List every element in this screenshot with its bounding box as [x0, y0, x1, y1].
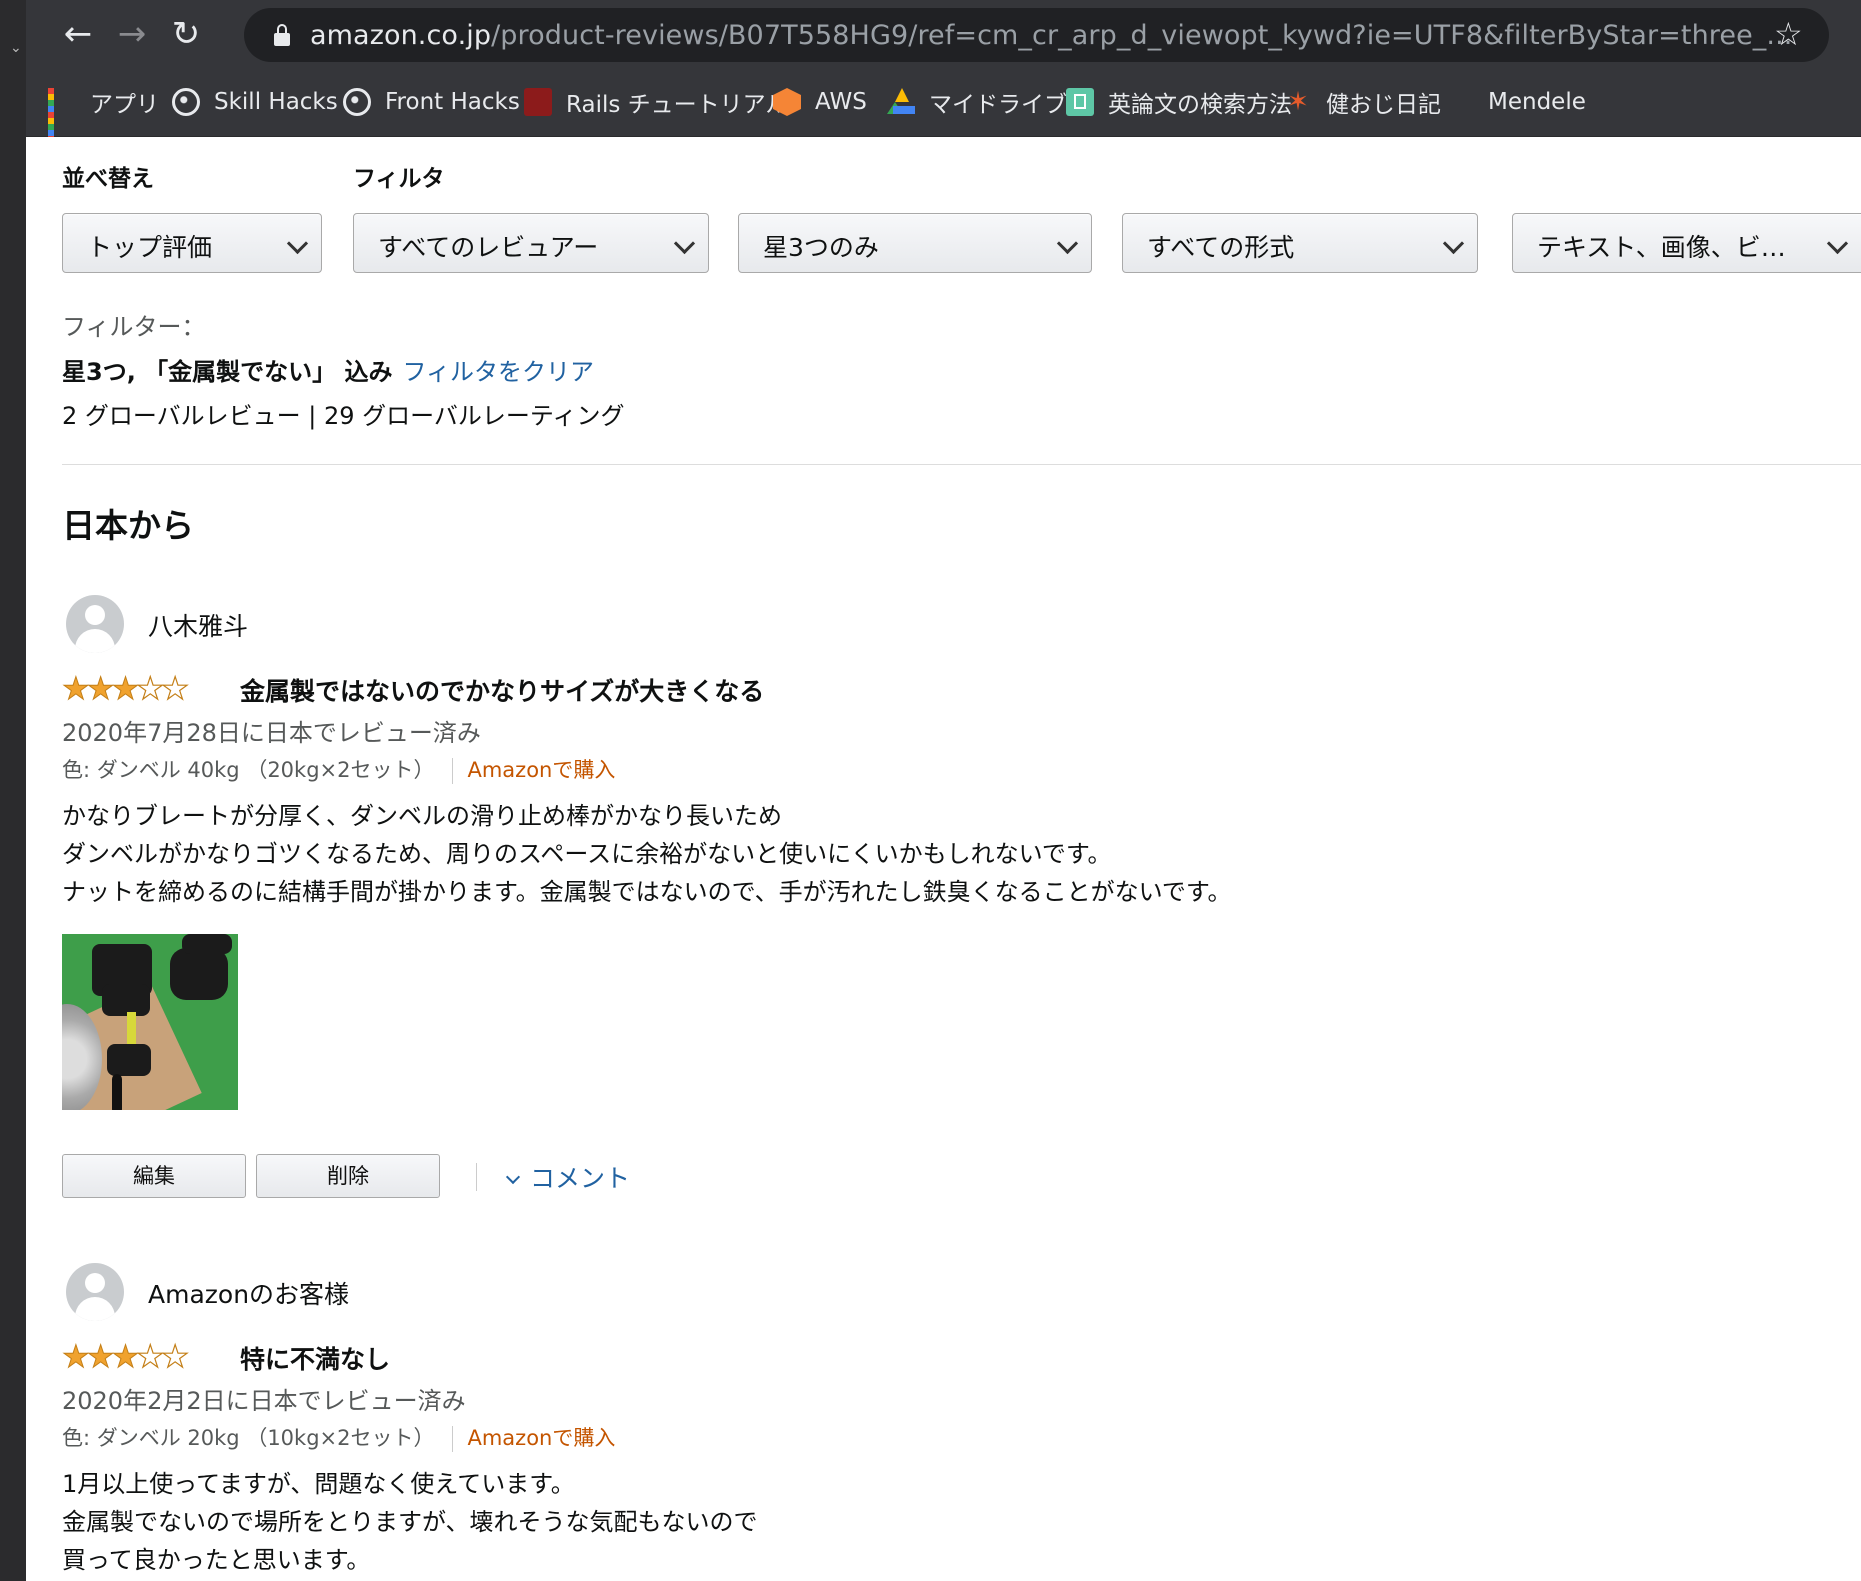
verified-purchase-badge: Amazonで購入: [467, 1426, 616, 1450]
divider: [62, 464, 1861, 465]
sort-label: 並べ替え: [62, 166, 154, 192]
chevron-down-icon: [505, 1169, 521, 1185]
bookmark-front-hacks[interactable]: Front Hacks: [343, 82, 520, 122]
star-empty-icon: ★: [161, 1338, 190, 1375]
chevron-down-icon: [286, 232, 309, 255]
format-filter-dropdown[interactable]: すべての形式: [1122, 213, 1478, 273]
bookmark-apps[interactable]: アプリ: [48, 82, 159, 142]
reviewer-name[interactable]: Amazonのお客様: [148, 1275, 349, 1311]
bookmark-rails-tutorial[interactable]: Rails チュートリアル: [524, 82, 788, 122]
url-text: amazon.co.jp/product-reviews/B07T558HG9/…: [310, 20, 1793, 51]
star-filter-dropdown[interactable]: 星3つのみ: [738, 213, 1092, 273]
star-empty-icon: ★: [161, 670, 190, 707]
bookmark-my-drive[interactable]: マイドライブ: [887, 82, 1067, 122]
applied-filter-label: フィルター：: [62, 313, 206, 341]
avatar[interactable]: [66, 595, 124, 653]
variant-link[interactable]: 色: ダンベル 20kg （10kg×2セット）: [62, 1426, 434, 1450]
bookmarks-bar: アプリ Skill Hacks Front Hacks Rails チュートリア…: [26, 70, 1861, 142]
verified-purchase-badge: Amazonで購入: [467, 758, 616, 782]
notebook-icon: [1066, 88, 1094, 116]
reviewer-filter-dropdown[interactable]: すべてのレビュアー: [353, 213, 709, 273]
delete-button[interactable]: 削除: [256, 1154, 440, 1198]
mendeley-icon: [1446, 88, 1474, 116]
address-bar[interactable]: amazon.co.jp/product-reviews/B07T558HG9/…: [244, 8, 1829, 62]
review-title[interactable]: 金属製ではないのでかなりサイズが大きくなる: [240, 672, 764, 708]
review-counts: 2 グローバルレビュー | 29 グローバルレーティング: [62, 402, 625, 430]
media-filter-dropdown[interactable]: テキスト、画像、ビ…: [1512, 213, 1861, 273]
google-drive-icon: [887, 88, 915, 116]
star-filled-icon: ★: [111, 671, 140, 708]
applied-filter-text: 星3つ, 「金属製でない」 込み フィルタをクリア: [62, 358, 595, 386]
aws-icon: [773, 88, 801, 116]
chevron-down-icon: [673, 232, 696, 255]
chevron-down-icon: [1442, 232, 1465, 255]
star-empty-icon: ★: [136, 1338, 165, 1375]
chevron-down-icon: [1056, 232, 1079, 255]
star-rating[interactable]: ★★★★★: [62, 670, 190, 708]
review-meta: 色: ダンベル 40kg （20kg×2セット） Amazonで購入: [62, 754, 615, 784]
bookmark-star-icon[interactable]: ☆: [1774, 15, 1803, 53]
variant-link[interactable]: 色: ダンベル 40kg （20kg×2セット）: [62, 758, 434, 782]
star-filled-icon: ★: [62, 671, 91, 708]
lock-icon: [274, 24, 290, 46]
filter-label: フィルタ: [353, 166, 445, 192]
globe-icon: [343, 88, 371, 116]
avatar[interactable]: [66, 1263, 124, 1321]
review-title[interactable]: 特に不満なし: [240, 1340, 390, 1376]
section-title: 日本から: [62, 506, 194, 545]
apps-icon: [48, 88, 76, 142]
browser-toolbar: ← → ↻ amazon.co.jp/product-reviews/B07T5…: [26, 0, 1861, 70]
bookmark-diary[interactable]: ✶ 健おじ日記: [1284, 82, 1441, 122]
review-page: 並べ替え フィルタ トップ評価 すべてのレビュアー 星3つのみ すべての形式 テ…: [26, 137, 1861, 1581]
back-arrow-icon[interactable]: ←: [56, 12, 100, 56]
reload-icon[interactable]: ↻: [164, 12, 208, 56]
runner-icon: ✶: [1287, 87, 1309, 117]
review-photo-thumbnail[interactable]: [62, 934, 238, 1110]
chevron-down-icon: ⌄: [10, 40, 22, 56]
star-filled-icon: ★: [62, 1339, 91, 1376]
star-filled-icon: ★: [86, 1339, 115, 1376]
review-body: 1月以上使ってますが、問題なく使えています。 金属製でないので場所をとりますが、…: [62, 1470, 758, 1574]
star-filled-icon: ★: [86, 671, 115, 708]
star-filled-icon: ★: [111, 1339, 140, 1376]
reviewer-name[interactable]: 八木雅斗: [148, 607, 248, 643]
edit-button[interactable]: 編集: [62, 1154, 246, 1198]
review-meta: 色: ダンベル 20kg （10kg×2セット） Amazonで購入: [62, 1422, 615, 1452]
sort-dropdown[interactable]: トップ評価: [62, 213, 322, 273]
chevron-down-icon: [1826, 232, 1849, 255]
rails-icon: [524, 88, 552, 116]
separator: [452, 1426, 454, 1452]
forward-arrow-icon[interactable]: →: [110, 12, 154, 56]
bookmark-paper-search[interactable]: 英論文の検索方法: [1066, 82, 1292, 122]
comment-toggle[interactable]: コメント: [505, 1159, 630, 1195]
globe-icon: [172, 88, 200, 116]
review-date: 2020年7月28日に日本でレビュー済み: [62, 719, 481, 747]
separator: [452, 758, 454, 784]
review-date: 2020年2月2日に日本でレビュー済み: [62, 1387, 466, 1415]
separator: [476, 1163, 477, 1191]
bookmark-skill-hacks[interactable]: Skill Hacks: [172, 82, 338, 122]
review-body: かなりブレートが分厚く、ダンベルの滑り止め棒がかなり長いため ダンベルがかなりゴ…: [62, 802, 1232, 906]
bookmark-mendeley[interactable]: Mendele: [1446, 82, 1586, 122]
star-empty-icon: ★: [136, 670, 165, 707]
star-rating[interactable]: ★★★★★: [62, 1338, 190, 1376]
bookmark-aws[interactable]: AWS: [773, 82, 867, 122]
clear-filter-link[interactable]: フィルタをクリア: [403, 358, 595, 386]
window-edge: ⌄: [0, 0, 26, 1581]
